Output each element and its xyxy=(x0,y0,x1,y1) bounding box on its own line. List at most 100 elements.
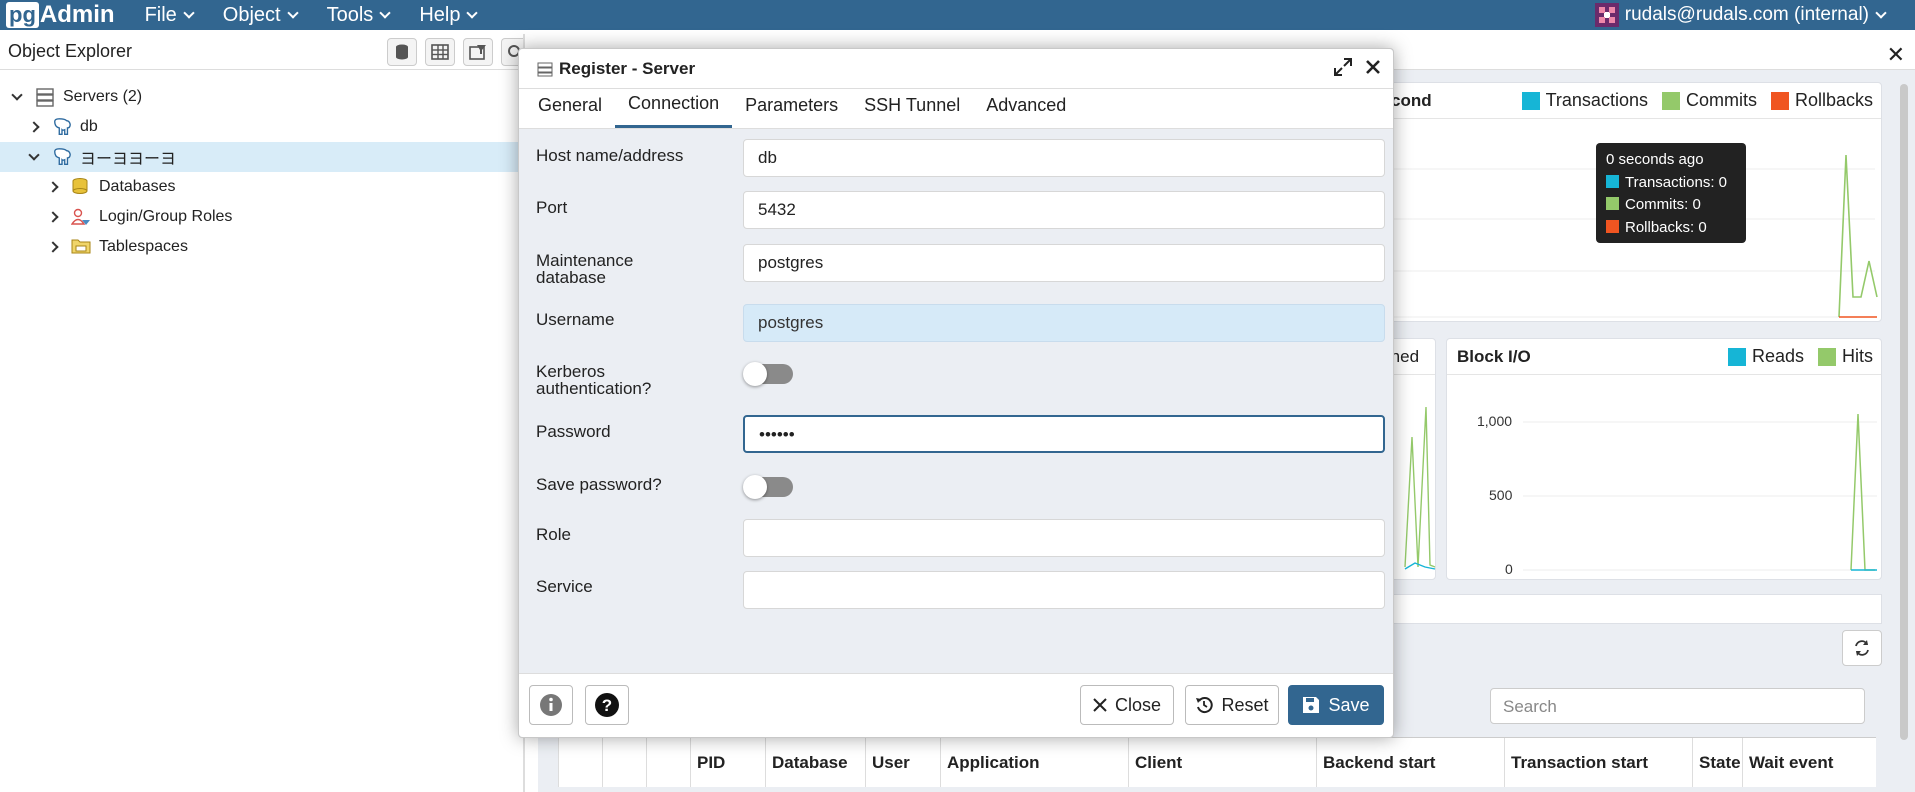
tab-parameters[interactable]: Parameters xyxy=(732,92,851,128)
pgadmin-logo[interactable]: pg Admin xyxy=(6,0,115,30)
help-button[interactable]: ? xyxy=(585,685,629,725)
dialog-titlebar[interactable]: Register - Server xyxy=(519,49,1393,89)
service-label: Service xyxy=(536,577,593,596)
tree-item-tablespaces[interactable]: Tablespaces xyxy=(0,232,523,262)
reset-icon xyxy=(1195,696,1214,714)
tooltip-swatch xyxy=(1606,174,1619,188)
column-header-transaction-start[interactable]: Transaction start xyxy=(1504,738,1692,787)
column-header-client[interactable]: Client xyxy=(1128,738,1316,787)
tree-item-label: Databases xyxy=(99,178,176,195)
chevron-right-icon[interactable] xyxy=(47,241,59,253)
service-input[interactable] xyxy=(743,571,1385,609)
kerberos-toggle[interactable] xyxy=(743,362,793,386)
username-label: Username xyxy=(536,310,615,329)
column-header-pid[interactable]: PID xyxy=(690,738,765,787)
password-input[interactable]: •••••• xyxy=(743,415,1385,453)
dialog-title: Register - Server xyxy=(559,58,696,78)
chevron-down-icon[interactable] xyxy=(28,149,40,161)
block-io-panel: Block I/O Reads Hits 1,000 500 0 xyxy=(1446,338,1882,580)
scrollbar[interactable] xyxy=(1900,84,1908,740)
filter-rows-button[interactable] xyxy=(463,38,493,66)
chevron-down-icon[interactable] xyxy=(11,89,23,101)
tree-item-label: Servers (2) xyxy=(63,88,143,105)
user-menu[interactable]: rudals@rudals.com (internal) xyxy=(1594,0,1887,30)
legend-label: Transactions xyxy=(1545,90,1648,110)
tooltip-row: Commits: 0 xyxy=(1625,196,1701,213)
activity-table-header: PID Database User Application Client Bac… xyxy=(558,737,1876,787)
username-input[interactable]: postgres xyxy=(743,304,1385,342)
hits-line xyxy=(1850,413,1875,571)
database-icon xyxy=(71,177,91,197)
block-io-chart xyxy=(1523,413,1877,571)
maintenance-db-input[interactable]: postgres xyxy=(743,244,1385,282)
column-header-database[interactable]: Database xyxy=(765,738,865,787)
explorer-toolbar xyxy=(387,38,523,66)
chevron-right-icon[interactable] xyxy=(47,181,59,193)
maintenance-db-label: Maintenance database xyxy=(536,252,696,286)
menu-file[interactable]: File xyxy=(139,4,199,27)
port-input[interactable]: 5432 xyxy=(743,191,1385,229)
view-data-button[interactable] xyxy=(425,38,455,66)
column-header-backend-start[interactable]: Backend start xyxy=(1316,738,1504,787)
menu-help[interactable]: Help xyxy=(413,4,482,27)
table-icon xyxy=(431,44,449,60)
maximize-icon[interactable] xyxy=(1333,57,1353,77)
logo-pg: pg xyxy=(6,2,39,28)
column-header-wait-event[interactable]: Wait event xyxy=(1742,738,1876,787)
tab-advanced[interactable]: Advanced xyxy=(973,92,1079,128)
save-password-toggle[interactable] xyxy=(743,475,793,499)
column-header-state[interactable]: State xyxy=(1692,738,1742,787)
column-header-blank xyxy=(558,738,602,787)
toggle-knob xyxy=(743,362,767,386)
dialog-footer: ? Close Reset Save xyxy=(519,673,1393,737)
activity-search-input[interactable]: Search xyxy=(1490,688,1865,724)
menu-help-label: Help xyxy=(419,3,461,26)
chevron-down-icon xyxy=(466,7,479,19)
close-button[interactable]: Close xyxy=(1080,685,1174,725)
role-input[interactable] xyxy=(743,519,1385,557)
close-button-label: Close xyxy=(1114,694,1162,715)
close-icon[interactable]: ✕ xyxy=(1887,42,1905,68)
main-menu: File Object Tools Help xyxy=(139,4,501,27)
maintenance-db-label-line1: Maintenance xyxy=(536,251,634,270)
tree-item-db[interactable]: db xyxy=(0,112,523,142)
legend-label: Rollbacks xyxy=(1794,90,1873,110)
legend-label: Commits xyxy=(1685,90,1757,110)
tree-item-databases[interactable]: Databases xyxy=(0,172,523,202)
server-activity-header xyxy=(1384,594,1882,624)
svg-text:?: ? xyxy=(602,696,612,715)
menu-file-label: File xyxy=(144,3,177,26)
help-icon: ? xyxy=(595,693,619,717)
tooltip-row: Transactions: 0 xyxy=(1625,173,1727,191)
logo-admin: Admin xyxy=(39,1,115,28)
legend-swatch xyxy=(1661,91,1680,110)
explorer-title: Object Explorer xyxy=(8,41,133,61)
chevron-down-icon xyxy=(183,7,195,19)
close-icon[interactable] xyxy=(1365,59,1381,75)
menu-object[interactable]: Object xyxy=(217,4,303,27)
query-tool-button[interactable] xyxy=(387,38,417,66)
reset-button[interactable]: Reset xyxy=(1185,685,1279,725)
object-explorer: Object Explorer Servers (2) db ヨーヨヨーヨ Da… xyxy=(0,34,525,792)
tree-item-servers[interactable]: Servers (2) xyxy=(0,82,523,112)
tooltip-row: Rollbacks: 0 xyxy=(1625,218,1707,236)
legend-swatch xyxy=(1770,91,1789,110)
menu-tools[interactable]: Tools xyxy=(321,4,396,27)
column-header-application[interactable]: Application xyxy=(940,738,1128,787)
tree-item-login-roles[interactable]: Login/Group Roles xyxy=(0,202,523,232)
column-header-user[interactable]: User xyxy=(865,738,940,787)
chart-legend: Transactions Commits Rollbacks xyxy=(1508,90,1873,111)
save-button[interactable]: Save xyxy=(1288,685,1384,725)
tab-ssh-tunnel[interactable]: SSH Tunnel xyxy=(851,92,973,128)
tree-item-server-selected[interactable]: ヨーヨヨーヨ xyxy=(0,142,523,172)
legend-swatch xyxy=(1521,91,1540,110)
tab-connection[interactable]: Connection xyxy=(615,92,733,128)
host-input[interactable]: db xyxy=(743,139,1385,177)
reset-button-label: Reset xyxy=(1221,694,1269,715)
tab-general[interactable]: General xyxy=(525,92,615,128)
refresh-button[interactable] xyxy=(1842,630,1882,666)
tooltip-swatch xyxy=(1606,197,1619,210)
chevron-right-icon[interactable] xyxy=(47,211,59,223)
info-button[interactable] xyxy=(529,685,573,725)
chevron-right-icon[interactable] xyxy=(28,121,40,133)
